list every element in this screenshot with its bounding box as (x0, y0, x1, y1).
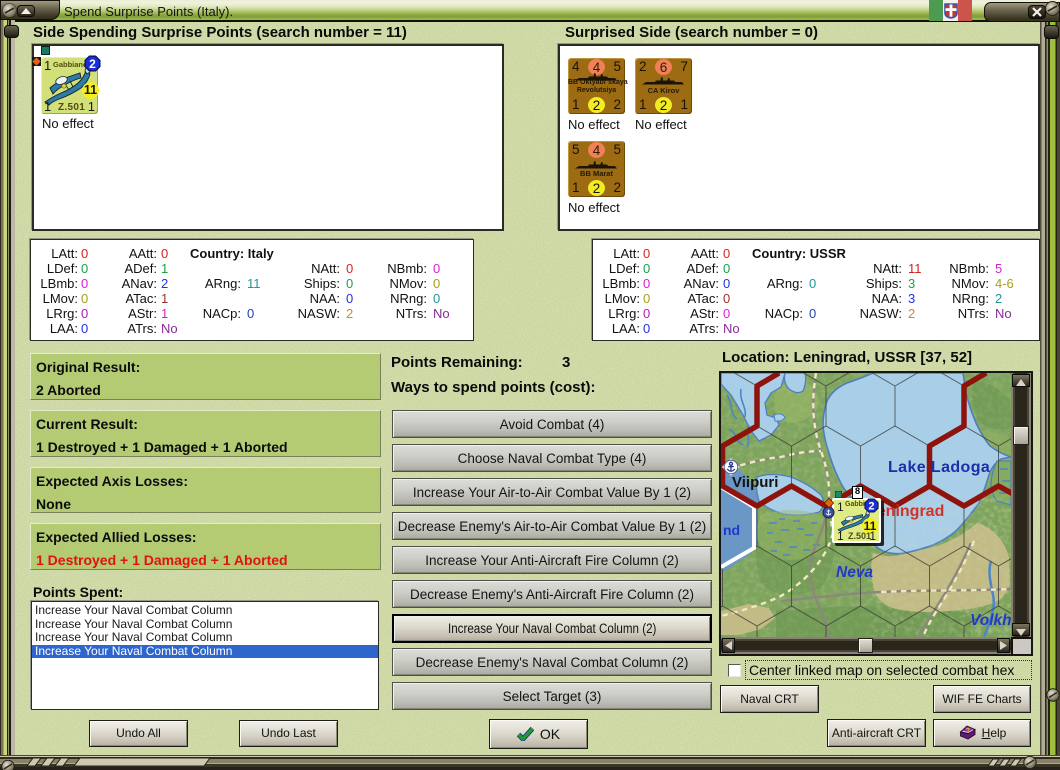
svg-text:2: 2 (868, 501, 874, 513)
svg-text:Viipuri: Viipuri (732, 474, 778, 491)
svg-text:nd: nd (723, 522, 740, 538)
svg-text:Volkhov: Volkhov (970, 612, 1011, 629)
svg-text:2: 2 (89, 57, 96, 71)
svg-text:Neva: Neva (836, 564, 873, 581)
svg-text:Lake Ladoga: Lake Ladoga (888, 459, 990, 476)
